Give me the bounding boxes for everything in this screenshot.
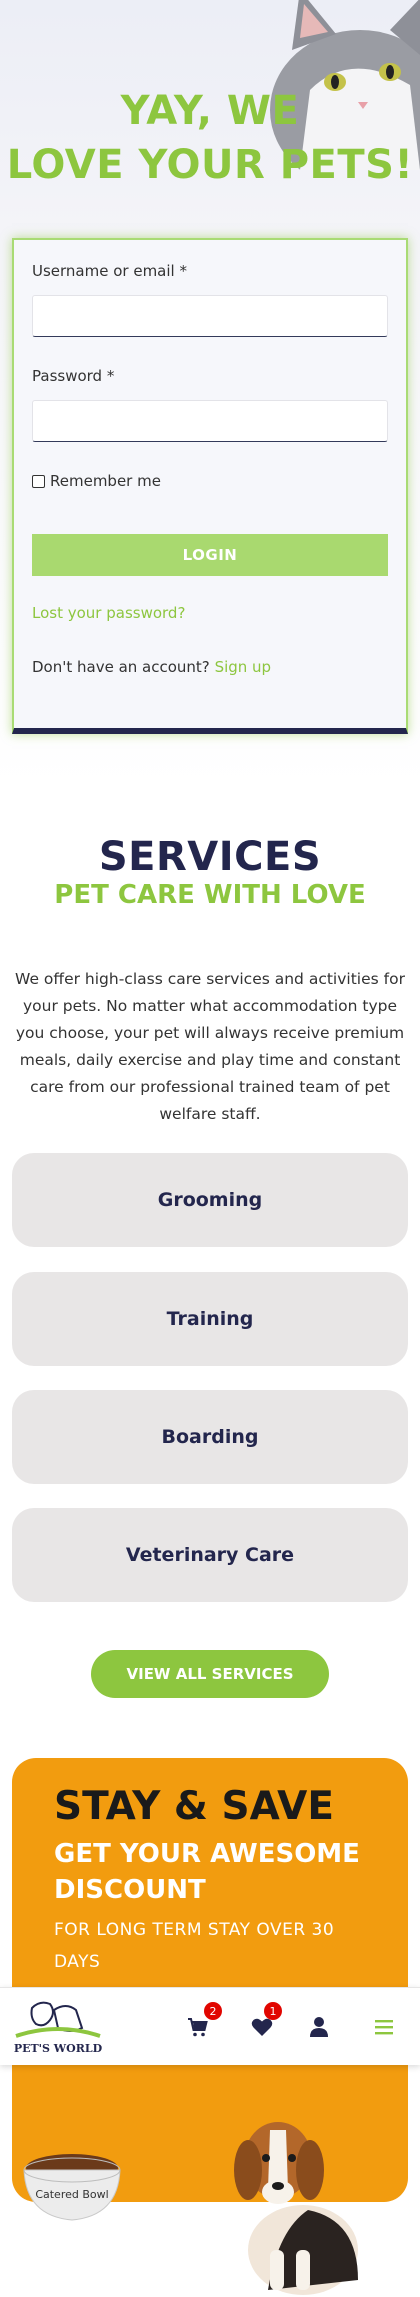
hero-title-line1: YAY, WE xyxy=(120,88,300,134)
menu-icon xyxy=(375,2020,393,2035)
pet-food-bowl-image: Catered Bowl xyxy=(23,2154,121,2221)
hero-title: YAY, WE LOVE YOUR PETS! xyxy=(0,84,420,192)
signup-link[interactable]: Sign up xyxy=(215,658,272,676)
lost-password-link[interactable]: Lost your password? xyxy=(32,604,185,622)
remember-label: Remember me xyxy=(50,472,161,490)
beagle-dog-image xyxy=(234,2122,358,2295)
remember-me[interactable]: Remember me xyxy=(32,472,161,490)
cart-count-badge: 2 xyxy=(204,2002,222,2020)
promo-title: STAY & SAVE xyxy=(54,1784,334,1829)
account-button[interactable] xyxy=(307,2015,331,2039)
user-icon xyxy=(310,2017,328,2037)
username-input[interactable] xyxy=(32,295,388,337)
services-description: We offer high-class care services and ac… xyxy=(15,970,405,1123)
service-card-training[interactable]: Training xyxy=(12,1272,408,1366)
service-card-boarding[interactable]: Boarding xyxy=(12,1390,408,1484)
logo-pets-icon xyxy=(15,2001,101,2038)
no-account-text: Don't have an account? xyxy=(32,658,210,676)
sticky-header-bar: PET'S WORLD 2 1 xyxy=(0,1987,420,2065)
services-title: SERVICES xyxy=(98,834,322,880)
no-account-row: Don't have an account? Sign up xyxy=(32,658,271,676)
menu-button[interactable] xyxy=(372,2015,396,2039)
services-subtitle: PET CARE WITH LOVE xyxy=(54,880,366,910)
promo-subtitle: GET YOUR AWESOME DISCOUNT xyxy=(54,1839,360,1905)
wishlist-count-badge: 1 xyxy=(264,2002,282,2020)
service-card-grooming[interactable]: Grooming xyxy=(12,1153,408,1247)
login-button[interactable]: LOGIN xyxy=(32,534,388,576)
service-card-veterinary-care[interactable]: Veterinary Care xyxy=(12,1508,408,1602)
password-input[interactable] xyxy=(32,400,388,442)
hero-title-line2: LOVE YOUR PETS! xyxy=(6,142,414,188)
promo-note: FOR LONG TERM STAY OVER 30 DAYS xyxy=(54,1920,335,1972)
password-label: Password * xyxy=(32,367,115,385)
remember-checkbox[interactable] xyxy=(32,474,45,488)
bowl-brand: Catered Bowl xyxy=(35,2188,108,2201)
cart-button[interactable] xyxy=(186,2015,210,2039)
login-card: Username or email * Password * Remember … xyxy=(12,238,408,734)
logo-text: PET'S WORLD xyxy=(13,2042,103,2055)
username-label: Username or email * xyxy=(32,262,187,280)
view-all-services-button[interactable]: VIEW ALL SERVICES xyxy=(91,1650,329,1698)
cart-icon xyxy=(188,2018,208,2037)
site-logo[interactable]: PET'S WORLD xyxy=(10,1998,106,2058)
